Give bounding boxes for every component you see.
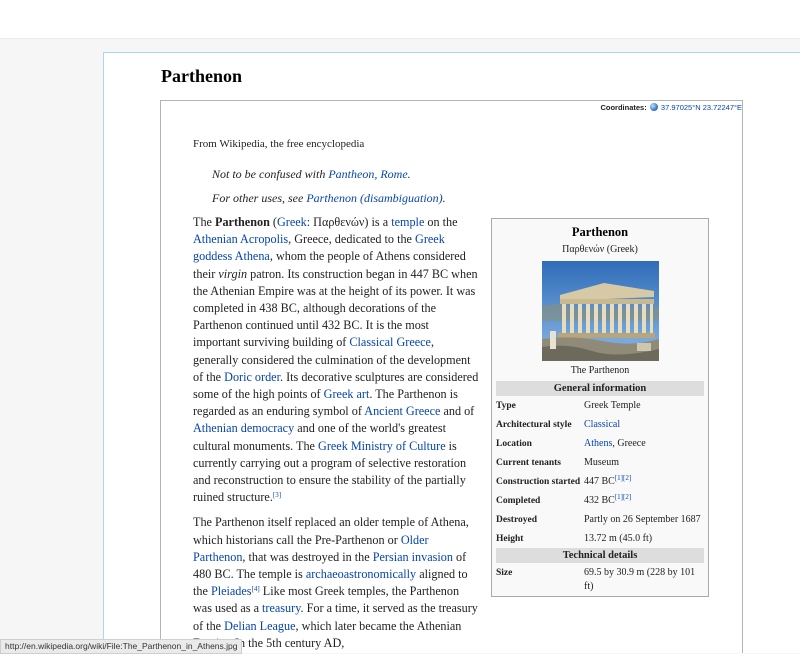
pantheon-link[interactable]: Pantheon, Rome [328, 167, 407, 181]
link-persian-invasion[interactable]: Persian invasion [373, 550, 453, 564]
coordinates-label: Coordinates: [600, 103, 647, 112]
row-value: Greek Temple [584, 400, 641, 411]
row-value: 447 BC [584, 476, 615, 487]
link-classical[interactable]: Classical [584, 419, 620, 430]
link-doric-order[interactable]: Doric order [224, 370, 280, 384]
infobox: Parthenon Παρθενών (Greek) The Parthenon… [491, 218, 709, 597]
infobox-title: Parthenon [571, 225, 629, 239]
row-height: Height 13.72 m (45.0 ft) [492, 529, 708, 548]
hatnote-confused: Not to be confused with Pantheon, Rome. [212, 167, 411, 182]
row-value: 432 BC [584, 495, 615, 506]
link-classical-greece[interactable]: Classical Greece [349, 335, 431, 349]
image-caption: The Parthenon [570, 365, 630, 376]
link-athens[interactable]: Athens [584, 438, 612, 449]
row-size: Size 69.5 by 30.9 m (228 by 101 ft) [492, 563, 708, 596]
link-temple[interactable]: temple [391, 215, 424, 229]
refs-completed[interactable]: [1][2] [615, 493, 631, 501]
parthenon-image[interactable] [541, 261, 659, 361]
article-subject: Parthenon [215, 215, 270, 229]
coordinates-link[interactable]: 37.97025°N 23.72247°E [661, 103, 742, 112]
article-frame: Coordinates: 37.97025°N 23.72247°E From … [160, 100, 743, 653]
hatnote-text: Not to be confused with [212, 167, 329, 181]
hatnote-text: . [407, 167, 411, 181]
row-value: Museum [584, 457, 619, 468]
row-label: Architectural style [496, 420, 572, 430]
row-location: Location Athens, Greece [492, 434, 708, 453]
ref-3[interactable]: [3] [273, 491, 281, 499]
link-delian-league[interactable]: Delian League [224, 619, 295, 633]
link-treasury[interactable]: treasury [262, 601, 300, 615]
site-tagline: From Wikipedia, the free encyclopedia [193, 138, 365, 150]
row-label: Type [496, 401, 516, 411]
hatnote-text: For other uses, see [212, 191, 307, 205]
row-completed: Completed 432 BC[1][2] [492, 491, 708, 510]
globe-icon[interactable] [649, 103, 658, 111]
disambiguation-link[interactable]: Parthenon (disambiguation) [306, 191, 442, 205]
section-technical-details: Technical details [496, 548, 704, 563]
link-greek[interactable]: Greek [277, 215, 307, 229]
paragraph-2: The Parthenon itself replaced an older t… [193, 515, 478, 650]
link-pleiades[interactable]: Pleiades [211, 584, 252, 598]
paragraph-1: The Parthenon (Greek: Παρθενών) is a tem… [193, 215, 479, 505]
row-architectural-style: Architectural style Classical [492, 415, 708, 434]
article-body: The Parthenon (Greek: Παρθενών) is a tem… [193, 214, 479, 653]
row-label: Completed [496, 496, 541, 506]
browser-toolbar [0, 0, 800, 39]
link-ministry-of-culture[interactable]: Greek Ministry of Culture [318, 439, 446, 453]
row-label: Height [496, 534, 524, 544]
link-greek-art[interactable]: Greek art [324, 387, 370, 401]
parthenon-photo [541, 261, 659, 361]
row-label: Size [496, 568, 513, 578]
row-value: 69.5 by 30.9 m (228 by 101 ft) [584, 567, 696, 592]
row-value: , Greece [612, 438, 646, 449]
row-value: Partly on 26 September 1687 [584, 514, 701, 525]
row-label: Destroyed [496, 515, 537, 525]
infobox-native-name: Παρθενών (Greek) [562, 244, 638, 255]
virgin-emphasis: virgin [218, 266, 248, 281]
row-label: Current tenants [496, 458, 562, 468]
row-destroyed: Destroyed Partly on 26 September 1687 [492, 510, 708, 529]
hatnote-disambiguation: For other uses, see Parthenon (disambigu… [212, 191, 446, 206]
row-value: 13.72 m (45.0 ft) [584, 533, 653, 544]
row-construction-started: Construction started 447 BC[1][2] [492, 472, 708, 491]
refs-construction[interactable]: [1][2] [615, 474, 631, 482]
row-type: Type Greek Temple [492, 396, 708, 415]
ref-4[interactable]: [4] [252, 585, 260, 593]
link-athenian-democracy[interactable]: Athenian democracy [193, 421, 294, 435]
row-label: Construction started [496, 477, 581, 487]
link-acropolis[interactable]: Athenian Acropolis [193, 232, 288, 246]
link-ancient-greece[interactable]: Ancient Greece [364, 404, 440, 418]
row-current-tenants: Current tenants Museum [492, 453, 708, 472]
link-archaeoastronomically[interactable]: archaeoastronomically [306, 567, 416, 581]
section-general-information: General information [496, 381, 704, 396]
hatnote-text: . [442, 191, 446, 205]
page-title: Parthenon [161, 66, 242, 86]
coordinates: Coordinates: 37.97025°N 23.72247°E [600, 103, 742, 112]
row-label: Location [496, 439, 532, 449]
